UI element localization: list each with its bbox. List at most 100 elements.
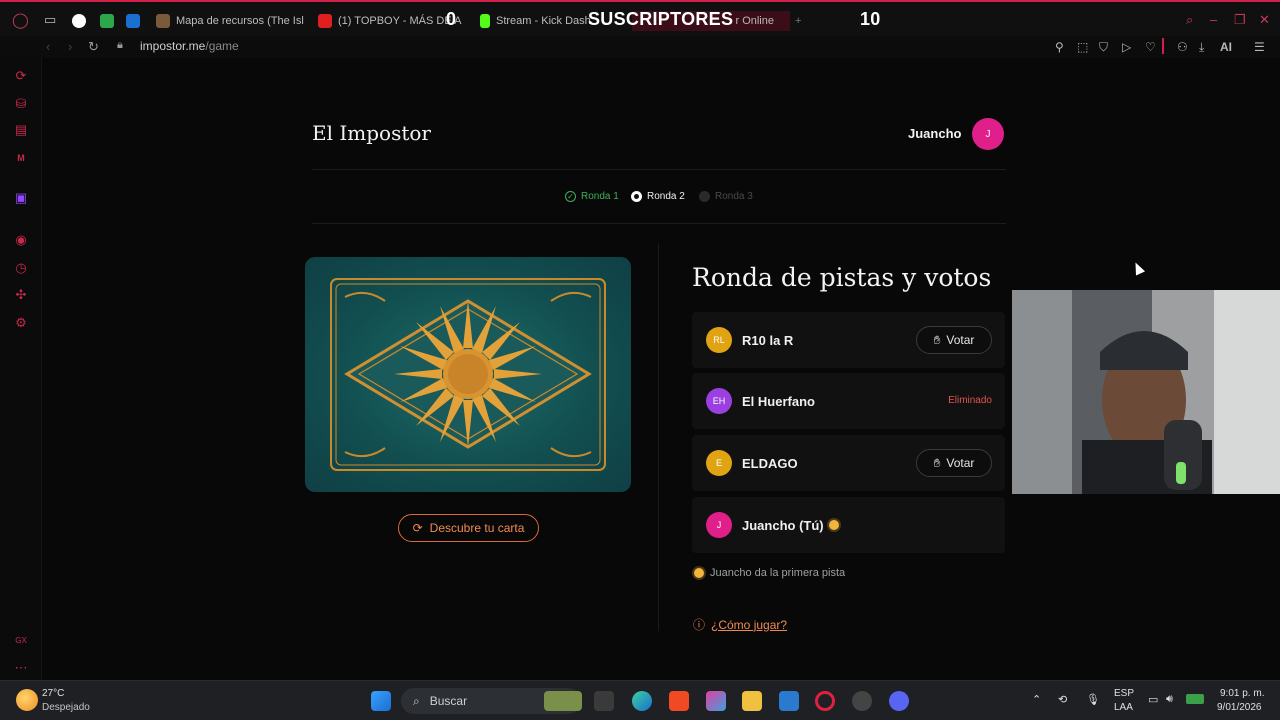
player-name: R10 la R <box>742 333 794 348</box>
play-icon[interactable]: ▷ <box>1122 40 1131 54</box>
minimize-icon[interactable]: – <box>1210 12 1217 27</box>
reveal-card-button[interactable]: ⟳ Descubre tu carta <box>398 514 539 542</box>
how-to-play-link[interactable]: ⓘ ¿Cómo jugar? <box>693 616 787 633</box>
pin-icon[interactable]: ⚲ <box>1055 40 1064 54</box>
brave-icon[interactable] <box>669 691 689 711</box>
tab-youtube[interactable]: (1) TOPBOY - MÁS DE A <box>318 10 461 32</box>
youtube-icon <box>318 14 332 28</box>
tab-kick[interactable]: Stream - Kick Dash <box>480 10 591 32</box>
windows-start-icon[interactable] <box>371 691 391 711</box>
opera-gx-icon[interactable] <box>815 691 835 711</box>
battery-icon[interactable] <box>1186 694 1204 704</box>
weather-temp: 27°C <box>42 688 65 699</box>
player-row: E ELDAGO ✋︎ Votar <box>692 435 1005 491</box>
player-name: El Huerfano <box>742 394 815 409</box>
player-avatar: J <box>706 512 732 538</box>
input-language-sub: LAA <box>1114 702 1133 713</box>
tab-menu-icon[interactable]: ▭ <box>44 12 56 28</box>
turn-hint: Juancho da la primera pista <box>694 567 845 579</box>
lock-icon: 🔒︎ <box>117 39 123 51</box>
copilot-icon[interactable] <box>706 691 726 711</box>
maximize-icon[interactable]: ❐ <box>1234 12 1246 28</box>
clock-time[interactable]: 9:01 p. m. <box>1220 688 1264 699</box>
profile-icon[interactable]: ⚇ <box>1177 40 1188 54</box>
easy-setup-icon[interactable]: ☰ <box>1254 40 1265 54</box>
tab-pinned-2[interactable] <box>100 10 114 32</box>
hand-icon: ✋︎ <box>933 332 941 347</box>
tab-label: r Online <box>735 15 774 27</box>
weather-desc: Despejado <box>42 702 90 713</box>
mail-icon[interactable] <box>779 691 799 711</box>
user-avatar[interactable]: J <box>972 118 1004 150</box>
player-name: ELDAGO <box>742 456 798 471</box>
news-icon[interactable]: ▤ <box>13 122 29 138</box>
url-field[interactable]: impostor.me/game <box>140 39 239 53</box>
history-icon[interactable]: ◷ <box>13 260 29 276</box>
edge-icon[interactable] <box>632 691 652 711</box>
messenger-icon[interactable]: M <box>13 150 29 166</box>
kick-icon <box>480 14 490 28</box>
ai-button[interactable]: AI <box>1220 40 1232 54</box>
url-host: impostor.me <box>140 39 206 53</box>
more-icon[interactable]: ⋯ <box>13 660 29 676</box>
bookmarks-icon[interactable]: ⛁ <box>13 96 29 112</box>
shield-icon[interactable]: ⛉ <box>1099 40 1108 55</box>
forward-icon[interactable]: › <box>68 39 72 54</box>
tray-chevron-icon[interactable]: ⌃ <box>1032 693 1041 706</box>
overlay-right-count: 10 <box>860 9 881 29</box>
hidden-card[interactable] <box>305 257 631 492</box>
gx-icon[interactable]: GX <box>13 633 29 649</box>
reload-icon[interactable]: ↻ <box>88 39 99 55</box>
extensions-icon[interactable]: ✣ <box>13 287 29 303</box>
vote-label: Votar <box>946 456 975 470</box>
player-row: RL R10 la R ✋︎ Votar <box>692 312 1005 368</box>
weather-icon[interactable] <box>16 689 38 711</box>
task-view-icon[interactable] <box>594 691 614 711</box>
tab-label: Stream - Kick Dash <box>496 15 591 27</box>
hand-icon: ✋︎ <box>933 455 941 470</box>
tab-mapa[interactable]: Mapa de recursos (The Isl <box>156 10 304 32</box>
round-step-3: Ronda 3 <box>699 191 753 202</box>
current-round-icon <box>631 191 642 202</box>
sun-icon <box>829 520 839 530</box>
tab-pinned-1[interactable] <box>72 10 86 32</box>
divider-accent <box>1162 38 1164 54</box>
vote-button[interactable]: ✋︎ Votar <box>916 449 992 477</box>
volume-icon[interactable]: 🔊︎ <box>1166 693 1173 706</box>
card-back-art <box>330 278 606 471</box>
opera-logo-icon[interactable]: ◯ <box>12 11 29 29</box>
player-icon[interactable]: ◉ <box>13 232 29 248</box>
round-label: Ronda 3 <box>715 191 753 202</box>
tab-pinned-3[interactable] <box>126 10 140 32</box>
settings-icon[interactable]: ⚙ <box>13 315 29 331</box>
heart-icon[interactable]: ♡ <box>1145 40 1156 54</box>
discord-icon[interactable] <box>889 691 909 711</box>
sync-icon[interactable]: ⟲ <box>1058 693 1067 706</box>
file-explorer-icon[interactable] <box>742 691 762 711</box>
panel-title: Ronda de pistas y votos <box>692 263 992 292</box>
microphone-icon[interactable]: 🎙︎ <box>1086 693 1100 706</box>
download-icon[interactable]: ⤓ <box>1199 40 1204 55</box>
close-icon[interactable]: ✕ <box>1259 12 1270 28</box>
speed-dial-icon[interactable]: ⟳ <box>13 68 29 84</box>
vote-button[interactable]: ✋︎ Votar <box>916 326 992 354</box>
overlay-left-count: 0 <box>446 9 457 29</box>
back-icon[interactable]: ‹ <box>46 39 50 54</box>
webcam-feed <box>1012 290 1280 494</box>
check-icon: ✓ <box>565 191 576 202</box>
overlay-title: SUSCRIPTORES <box>588 9 734 29</box>
search-tabs-icon[interactable]: ⌕ <box>1186 12 1193 28</box>
search-placeholder: Buscar <box>429 694 468 708</box>
sheets-icon <box>100 14 114 28</box>
info-icon: ⓘ <box>693 618 706 632</box>
vote-label: Votar <box>946 333 975 347</box>
hint-text: Juancho da la primera pista <box>710 567 846 579</box>
new-tab-button[interactable]: + <box>795 10 801 32</box>
page-title[interactable]: El Impostor <box>312 121 431 145</box>
input-language[interactable]: ESP <box>1114 688 1134 699</box>
steam-icon[interactable] <box>852 691 872 711</box>
twitch-icon[interactable]: ▣ <box>13 190 29 206</box>
browser-tab-bar: ◯ ▭ Mapa de recursos (The Isl (1) TOPBOY… <box>0 0 1280 36</box>
network-icon[interactable]: ▭ <box>1148 693 1158 706</box>
snapshot-icon[interactable]: ⬚ <box>1077 40 1088 54</box>
